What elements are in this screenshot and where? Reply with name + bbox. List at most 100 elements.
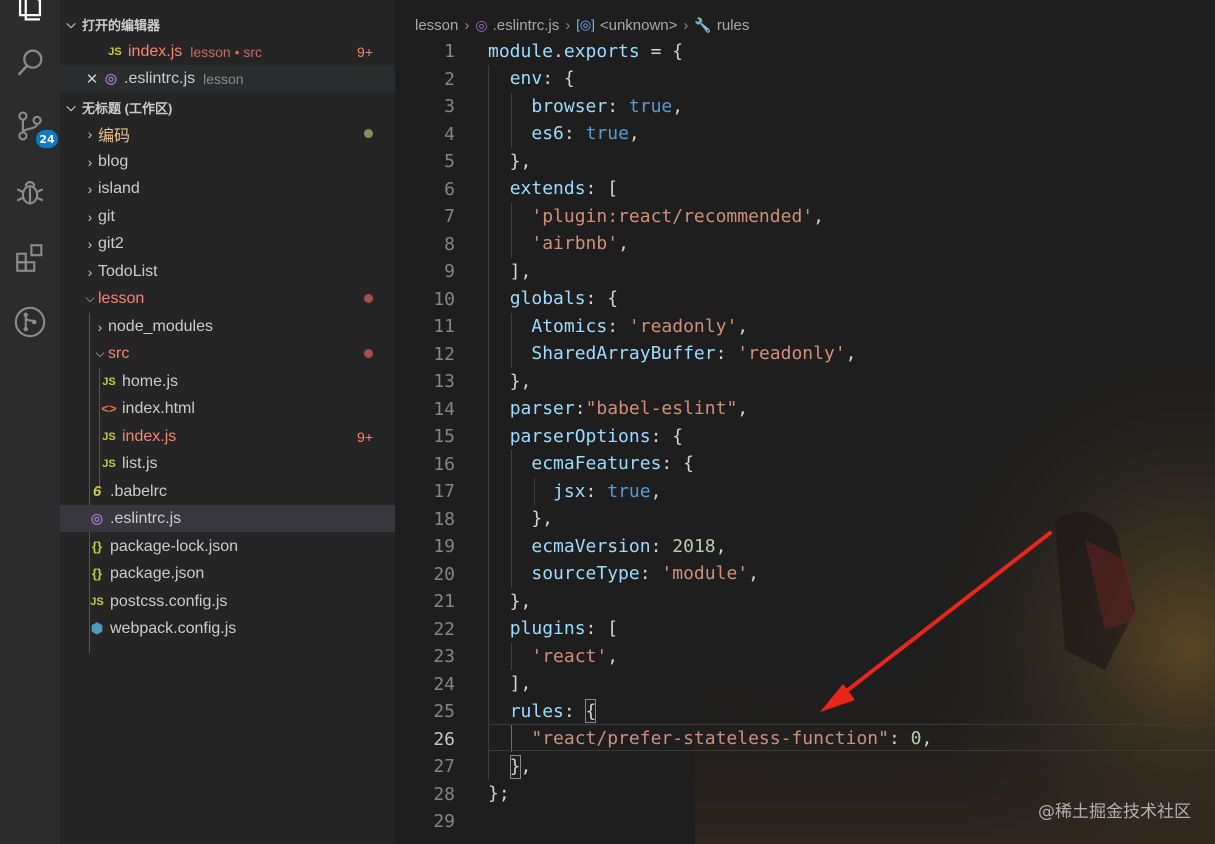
open-editor-index-js[interactable]: JS index.js lesson • src 9+	[60, 38, 395, 65]
code-line-25: rules: {	[509, 701, 597, 722]
breadcrumb-symbol[interactable]: <unknown>	[600, 17, 678, 34]
code-editor[interactable]: lesson › ◎ .eslintrc.js › [◎] <unknown> …	[395, 0, 1215, 844]
line-number: 26	[433, 729, 455, 750]
wrench-icon: 🔧	[694, 16, 712, 33]
code-line-12: SharedArrayBuffer: 'readonly',	[531, 343, 857, 364]
tree-file-postcss-config[interactable]: JS postcss.config.js	[60, 588, 395, 615]
chevron-right-icon: ›	[87, 180, 93, 197]
code-line-9: ],	[488, 261, 532, 282]
tree-folder-island[interactable]: › island	[60, 175, 395, 202]
eslint-file-icon: ◎	[104, 70, 118, 86]
chevron-right-icon: ›	[464, 16, 470, 34]
explorer-icon[interactable]	[10, 0, 50, 28]
tree-file-package-json[interactable]: {} package.json	[60, 560, 395, 587]
tree-folder-lesson[interactable]: ⌵ lesson	[60, 285, 395, 312]
code-line-15: parserOptions: {	[509, 426, 684, 447]
search-icon[interactable]	[10, 42, 50, 82]
extensions-icon[interactable]	[10, 238, 50, 278]
close-icon[interactable]: ✕	[84, 70, 100, 88]
line-number: 21	[433, 591, 455, 612]
tree-file-index-html[interactable]: <> index.html	[60, 395, 395, 422]
code-line-18: },	[488, 508, 554, 529]
code-line-8: 'airbnb',	[531, 233, 629, 254]
line-number: 19	[433, 536, 455, 557]
git-graph-icon[interactable]	[10, 302, 50, 342]
open-editor-eslintrc[interactable]: ✕ ◎ .eslintrc.js lesson	[60, 65, 395, 92]
breadcrumb-file[interactable]: .eslintrc.js	[493, 17, 560, 34]
breadcrumb-folder[interactable]: lesson	[415, 17, 458, 34]
tree-file-home-js[interactable]: JS home.js	[60, 368, 395, 395]
symbol-variable-icon: [◎]	[576, 17, 595, 32]
line-number: 5	[444, 151, 455, 172]
code-line-1: module.exports = {	[488, 41, 684, 62]
line-number: 10	[433, 289, 455, 310]
line-number: 18	[433, 509, 455, 530]
code-line-19: ecmaVersion: 2018,	[531, 536, 727, 557]
line-number: 27	[433, 756, 455, 777]
bracket-match-highlight	[510, 755, 521, 779]
line-number: 24	[433, 674, 455, 695]
source-control-icon[interactable]: 24	[10, 106, 58, 148]
workspace-header[interactable]: ⌵ 无标题 (工作区)	[60, 94, 395, 120]
modified-dot	[364, 349, 373, 358]
code-line-26: "react/prefer-stateless-function": 0,	[531, 728, 933, 749]
explorer-sidebar: ⌵ 打开的编辑器 JS index.js lesson • src 9+ ✕ ◎…	[60, 0, 395, 844]
line-number: 6	[444, 179, 455, 200]
tree-file-webpack-config[interactable]: ⬢ webpack.config.js	[60, 615, 395, 642]
chevron-right-icon: ›	[87, 235, 93, 252]
line-number: 13	[433, 371, 455, 392]
tree-folder-node-modules[interactable]: › node_modules	[60, 313, 395, 340]
webpack-file-icon: ⬢	[90, 620, 104, 636]
tree-folder-编码[interactable]: › 编码	[60, 120, 395, 147]
tree-file-babelrc[interactable]: 6 .babelrc	[60, 478, 395, 505]
tree-folder-git2[interactable]: › git2	[60, 230, 395, 257]
json-file-icon: {}	[91, 566, 103, 581]
line-number: 20	[433, 564, 455, 585]
chevron-right-icon: ›	[97, 318, 103, 335]
code-line-7: 'plugin:react/recommended',	[531, 206, 824, 227]
line-number: 8	[444, 234, 455, 255]
chevron-right-icon: ›	[87, 153, 93, 170]
eslint-file-icon: ◎	[475, 16, 488, 33]
problem-count: 9+	[357, 428, 373, 445]
open-editors-header[interactable]: ⌵ 打开的编辑器	[60, 11, 395, 37]
js-file-icon: JS	[102, 457, 116, 470]
code-line-14: parser:"babel-eslint",	[509, 398, 749, 419]
line-number: 2	[444, 69, 455, 90]
modified-dot	[364, 294, 373, 303]
breadcrumb-property[interactable]: rules	[717, 17, 750, 34]
js-file-icon: JS	[102, 375, 116, 388]
chevron-right-icon: ›	[565, 16, 571, 34]
line-number: 28	[433, 784, 455, 805]
tree-folder-git[interactable]: › git	[60, 203, 395, 230]
debug-icon[interactable]	[10, 172, 50, 212]
tree-file-package-lock[interactable]: {} package-lock.json	[60, 533, 395, 560]
code-line-16: ecmaFeatures: {	[531, 453, 694, 474]
code-line-5: },	[488, 151, 532, 172]
line-number: 23	[433, 646, 455, 667]
chevron-down-icon: ⌵	[66, 16, 76, 31]
chevron-right-icon: ›	[87, 125, 93, 142]
json-file-icon: {}	[91, 539, 103, 554]
code-line-28: };	[488, 783, 510, 804]
tree-folder-todolist[interactable]: › TodoList	[60, 258, 395, 285]
line-number: 16	[433, 454, 455, 475]
problem-count: 9+	[357, 43, 373, 60]
tree-file-eslintrc[interactable]: ◎ .eslintrc.js	[60, 505, 395, 532]
code-line-13: },	[488, 371, 532, 392]
chevron-right-icon: ›	[683, 16, 689, 34]
chevron-down-icon: ⌵	[85, 291, 95, 305]
js-file-icon: JS	[102, 430, 116, 443]
line-number: 15	[433, 426, 455, 447]
modified-dot	[364, 129, 373, 138]
tree-folder-src[interactable]: ⌵ src	[60, 340, 395, 367]
html-file-icon: <>	[101, 401, 117, 416]
source-control-badge: 24	[36, 130, 58, 148]
tree-folder-blog[interactable]: › blog	[60, 148, 395, 175]
tree-file-index-js[interactable]: JS index.js 9+	[60, 423, 395, 450]
chevron-down-icon: ⌵	[66, 99, 76, 114]
eslint-file-icon: ◎	[90, 510, 104, 526]
tree-file-list-js[interactable]: JS list.js	[60, 450, 395, 477]
code-line-6: extends: [	[509, 178, 619, 199]
code-line-3: browser: true,	[531, 96, 684, 117]
